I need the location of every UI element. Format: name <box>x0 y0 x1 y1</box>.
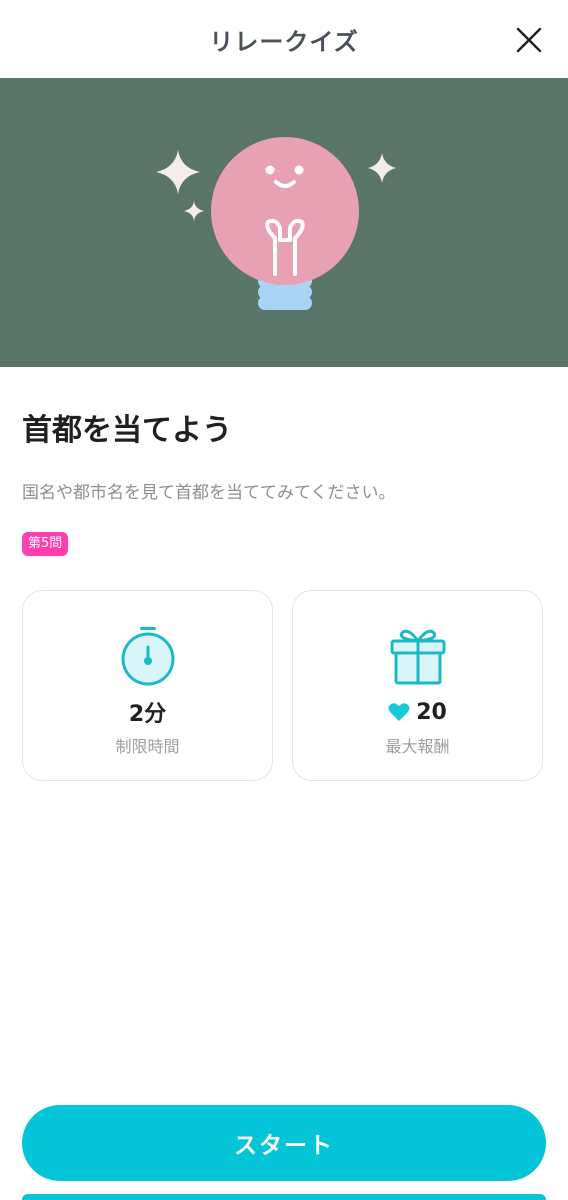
hero-banner <box>0 78 568 367</box>
gift-icon <box>390 629 445 685</box>
max-reward-card: 20 最大報酬 <box>292 590 543 781</box>
secondary-button-edge[interactable] <box>22 1194 546 1200</box>
max-reward-label: 最大報酬 <box>385 737 450 756</box>
quiz-description: 国名や都市名を見て首都を当ててみてください。 <box>22 483 396 503</box>
sparkle-icon <box>368 153 396 183</box>
time-limit-label: 制限時間 <box>115 737 180 756</box>
page-title: リレークイズ <box>209 27 359 56</box>
max-reward-value: 20 <box>416 699 447 725</box>
lightbulb-illustration <box>156 137 396 310</box>
heart-icon <box>388 703 410 721</box>
time-limit-value: 2分 <box>128 702 167 727</box>
stopwatch-icon <box>121 627 174 686</box>
close-icon[interactable] <box>516 27 542 53</box>
sparkle-icon <box>184 201 204 221</box>
quiz-title: 首都を当てよう <box>22 413 232 448</box>
sparkle-icon <box>156 150 200 194</box>
question-number-badge: 第5問 <box>22 532 69 556</box>
time-limit-card: 2分 制限時間 <box>22 590 273 781</box>
start-button[interactable]: スタート <box>22 1105 546 1181</box>
max-reward-value-row: 20 <box>388 697 447 727</box>
header-bar: リレークイズ <box>0 0 568 78</box>
